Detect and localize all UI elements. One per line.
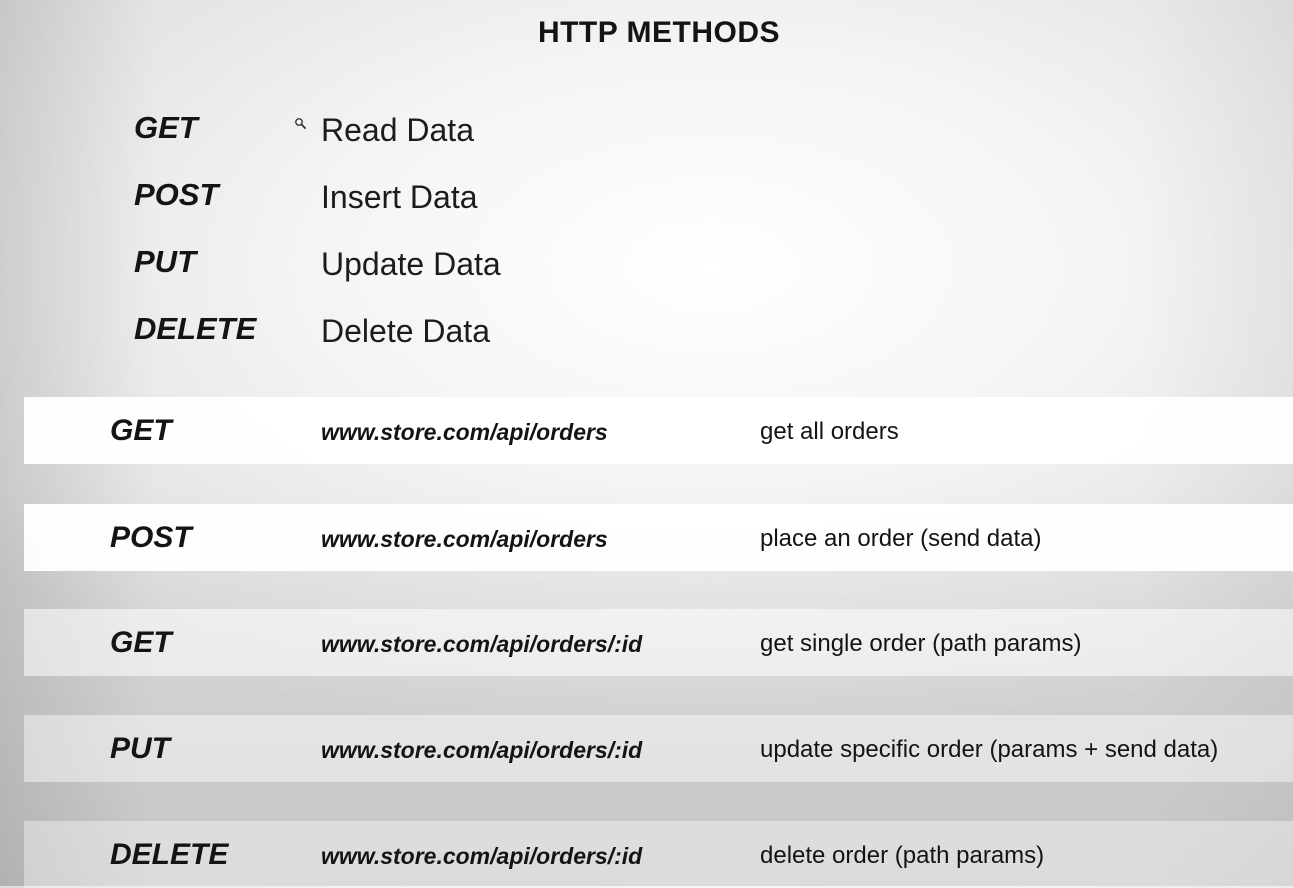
endpoint-description: get all orders — [760, 418, 899, 445]
method-row-get: GET Read Data — [134, 110, 734, 177]
endpoint-row-get-order-by-id: GET www.store.com/api/orders/:id get sin… — [24, 609, 1293, 676]
endpoint-url: www.store.com/api/orders — [321, 419, 608, 445]
endpoint-row-delete-order-by-id: DELETE www.store.com/api/orders/:id dele… — [24, 821, 1293, 888]
endpoint-row-get-orders: GET www.store.com/api/orders get all ord… — [24, 397, 1293, 464]
method-row-put: PUT Update Data — [134, 244, 734, 311]
endpoint-description: update specific order (params + send dat… — [760, 736, 1219, 763]
method-row-delete: DELETE Delete Data — [134, 311, 734, 378]
endpoint-row-put-order-by-id: PUT www.store.com/api/orders/:id update … — [24, 715, 1293, 782]
method-description: Delete Data — [321, 313, 490, 349]
method-summary-list: GET Read Data POST Insert Data PUT Updat… — [134, 110, 734, 378]
method-name: GET — [134, 110, 198, 145]
endpoint-method: POST — [110, 521, 192, 554]
endpoint-url: www.store.com/api/orders/:id — [321, 843, 643, 869]
endpoint-method: GET — [110, 414, 172, 447]
endpoint-description: delete order (path params) — [760, 842, 1045, 869]
magnifier-cursor-icon — [295, 118, 306, 129]
method-description: Update Data — [321, 246, 501, 282]
method-row-post: POST Insert Data — [134, 177, 734, 244]
endpoint-description: place an order (send data) — [760, 525, 1042, 552]
endpoint-url: www.store.com/api/orders/:id — [321, 631, 643, 657]
method-name: DELETE — [134, 311, 257, 346]
endpoint-url: www.store.com/api/orders — [321, 526, 608, 552]
endpoint-method: DELETE — [110, 838, 229, 871]
endpoint-method: PUT — [110, 732, 170, 765]
method-description: Insert Data — [321, 179, 478, 215]
method-name: POST — [134, 177, 219, 212]
endpoint-description: get single order (path params) — [760, 630, 1082, 657]
endpoint-url: www.store.com/api/orders/:id — [321, 737, 643, 763]
endpoint-row-post-orders: POST www.store.com/api/orders place an o… — [24, 504, 1293, 571]
method-description: Read Data — [321, 112, 474, 148]
endpoint-method: GET — [110, 626, 172, 659]
page-title: HTTP METHODS — [537, 16, 781, 49]
method-name: PUT — [134, 244, 196, 279]
